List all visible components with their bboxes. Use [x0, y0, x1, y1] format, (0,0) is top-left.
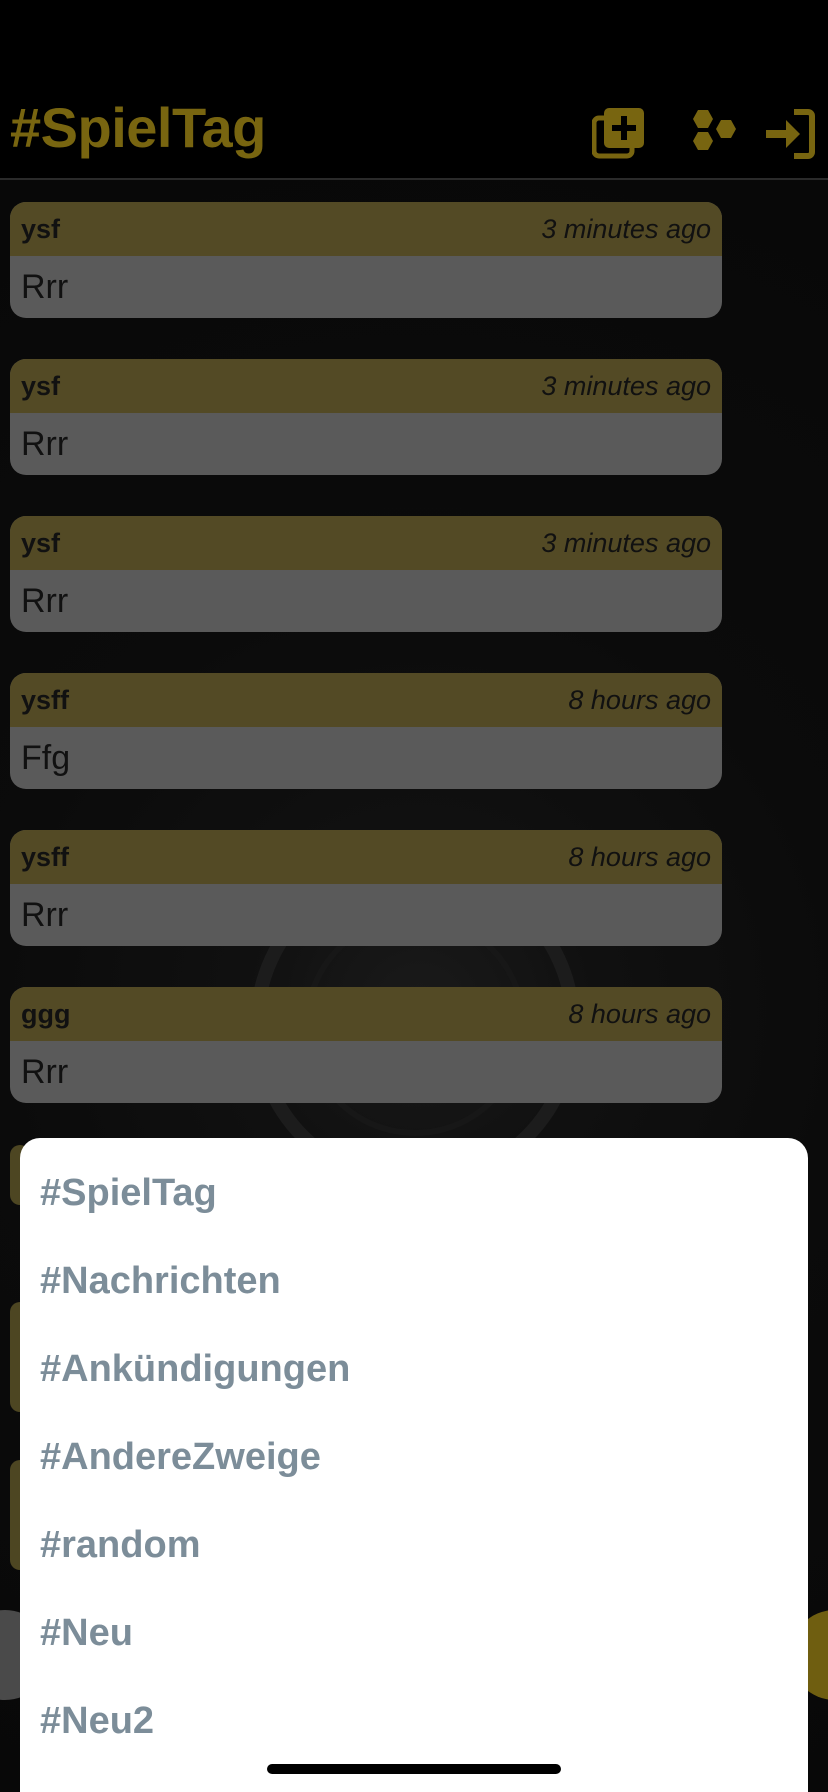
message-author: ysf	[21, 527, 61, 558]
message-text: Rrr	[21, 581, 69, 620]
message-text: Rrr	[21, 895, 69, 934]
channel-option-anderezweige[interactable]: #AndereZweige	[40, 1438, 321, 1476]
message-author: ysff	[21, 841, 70, 872]
message-author: ysf	[21, 213, 61, 244]
home-indicator[interactable]	[267, 1764, 561, 1774]
message-timestamp: 3 minutes ago	[541, 213, 711, 244]
message-header: ysff 8 hours ago	[10, 830, 722, 884]
message-header: ysf 3 minutes ago	[10, 516, 722, 570]
message-text: Rrr	[21, 424, 69, 463]
channel-option-random[interactable]: #random	[40, 1526, 200, 1564]
channel-option-ankuendigungen[interactable]: #Ankündigungen	[40, 1350, 350, 1388]
message-timestamp: 8 hours ago	[568, 684, 711, 715]
message-author: ysff	[21, 684, 70, 715]
message-timestamp: 3 minutes ago	[541, 527, 711, 558]
hexagons-icon[interactable]	[684, 108, 736, 160]
message-feed: ysf 3 minutes ago Rrr ysf 3 minutes ago …	[10, 202, 722, 1144]
channel-option-spieltag[interactable]: #SpielTag	[40, 1174, 217, 1212]
message-header: ysf 3 minutes ago	[10, 202, 722, 256]
message-text: Rrr	[21, 267, 69, 306]
channel-option-nachrichten[interactable]: #Nachrichten	[40, 1262, 281, 1300]
header-bar: #SpielTag	[0, 0, 828, 180]
channel-title[interactable]: #SpielTag	[10, 100, 266, 156]
message-text: Ffg	[21, 738, 71, 777]
message-header: ysf 3 minutes ago	[10, 359, 722, 413]
message-timestamp: 3 minutes ago	[541, 370, 711, 401]
message-card[interactable]: ysff 8 hours ago Rrr	[10, 830, 722, 946]
message-card[interactable]: ysf 3 minutes ago Rrr	[10, 202, 722, 318]
message-timestamp: 8 hours ago	[568, 998, 711, 1029]
message-timestamp: 8 hours ago	[568, 841, 711, 872]
message-header: ysff 8 hours ago	[10, 673, 722, 727]
message-card[interactable]: ysf 3 minutes ago Rrr	[10, 516, 722, 632]
message-text: Rrr	[21, 1052, 69, 1091]
message-card[interactable]: ysff 8 hours ago Ffg	[10, 673, 722, 789]
app-screen: #SpielTag ysf 3 minutes ago Rrr ysf 3 mi…	[0, 0, 828, 1792]
message-card[interactable]: ggg 8 hours ago Rrr	[10, 987, 722, 1103]
message-header: ggg 8 hours ago	[10, 987, 722, 1041]
add-channel-icon[interactable]	[592, 108, 644, 160]
message-card[interactable]: ysf 3 minutes ago Rrr	[10, 359, 722, 475]
channel-option-neu2[interactable]: #Neu2	[40, 1702, 154, 1740]
channel-menu-sheet: #SpielTag #Nachrichten #Ankündigungen #A…	[20, 1138, 808, 1792]
message-author: ysf	[21, 370, 61, 401]
channel-option-neu[interactable]: #Neu	[40, 1614, 133, 1652]
logout-icon[interactable]	[764, 108, 816, 160]
message-author: ggg	[21, 998, 71, 1029]
